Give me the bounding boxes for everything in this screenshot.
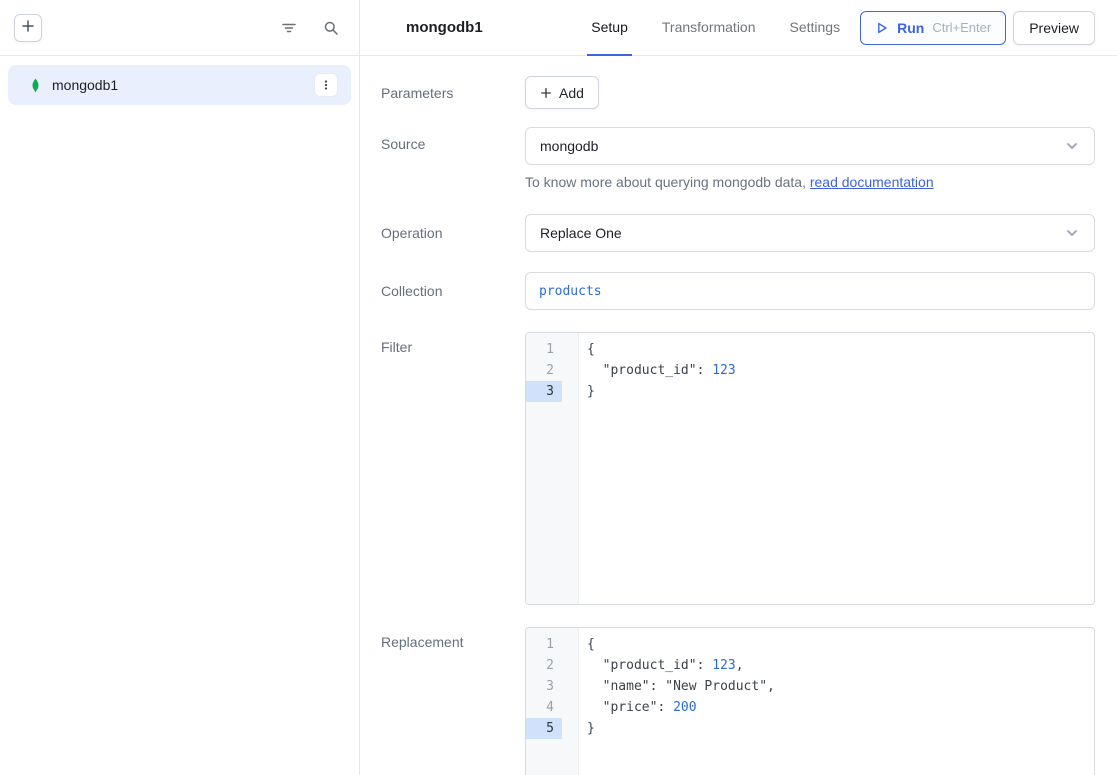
chevron-down-icon [1064, 138, 1080, 154]
code-line[interactable]: "product_id": 123 [587, 360, 1086, 381]
line-number: 5 [526, 718, 562, 739]
read-documentation-link[interactable]: read documentation [810, 174, 934, 190]
tab-label: Setup [591, 19, 628, 35]
preview-button[interactable]: Preview [1013, 11, 1095, 45]
tab-settings[interactable]: Settings [786, 0, 845, 56]
source-helper-text: To know more about querying mongodb data… [525, 172, 1095, 192]
collection-value: products [539, 284, 602, 299]
collection-input[interactable]: products [525, 272, 1095, 310]
kebab-icon [319, 78, 333, 92]
code-area[interactable]: { "product_id": 123} [579, 333, 1094, 604]
query-item-menu-button[interactable] [314, 73, 338, 97]
query-sidebar: mongodb1 [0, 0, 360, 775]
line-number: 1 [526, 339, 562, 360]
query-item-label: mongodb1 [52, 77, 118, 93]
play-icon [875, 21, 889, 35]
parameters-label: Parameters [381, 85, 525, 101]
filter-row: Filter 123 { "product_id": 123} [381, 332, 1096, 605]
main-header: mongodb1 Setup Transformation Settings R… [360, 0, 1117, 56]
collection-row: Collection products [381, 272, 1096, 310]
tab-label: Transformation [662, 19, 756, 35]
filter-code-editor[interactable]: 123 { "product_id": 123} [525, 332, 1095, 605]
query-title: mongodb1 [406, 19, 483, 36]
operation-label: Operation [381, 225, 525, 241]
replacement-code-editor[interactable]: 12345 { "product_id": 123, "name": "New … [525, 627, 1095, 775]
collection-label: Collection [381, 283, 525, 299]
app-root: mongodb1 mongodb1 Setup Transformation [0, 0, 1117, 775]
code-area[interactable]: { "product_id": 123, "name": "New Produc… [579, 628, 1094, 775]
code-line[interactable]: "price": 200 [587, 697, 1086, 718]
plus-icon [21, 19, 35, 36]
code-line[interactable]: "product_id": 123, [587, 655, 1086, 676]
add-parameter-label: Add [559, 85, 584, 101]
mongodb-icon [28, 78, 43, 93]
source-label: Source [381, 127, 525, 152]
add-parameter-button[interactable]: Add [525, 76, 599, 109]
line-number: 2 [526, 655, 562, 676]
operation-value: Replace One [540, 225, 622, 241]
tab-setup[interactable]: Setup [587, 0, 632, 56]
operation-row: Operation Replace One [381, 214, 1096, 252]
add-query-button[interactable] [14, 14, 42, 42]
code-line[interactable]: } [587, 381, 1086, 402]
sidebar-header-icons [280, 19, 340, 37]
code-line[interactable]: } [587, 718, 1086, 739]
tab-bar: Setup Transformation Settings [587, 0, 844, 56]
query-form: Parameters Add Source mongodb [360, 56, 1117, 775]
source-value: mongodb [540, 138, 598, 154]
source-field: mongodb To know more about querying mong… [525, 127, 1095, 192]
operation-select[interactable]: Replace One [525, 214, 1095, 252]
line-number-gutter: 12345 [526, 628, 579, 775]
chevron-down-icon [1064, 225, 1080, 241]
main-panel: mongodb1 Setup Transformation Settings R… [360, 0, 1117, 775]
line-number: 4 [526, 697, 562, 718]
filter-label: Filter [381, 332, 525, 355]
run-button[interactable]: Run Ctrl+Enter [860, 11, 1006, 45]
query-list-item[interactable]: mongodb1 [8, 65, 351, 105]
helper-prefix: To know more about querying mongodb data… [525, 174, 810, 190]
sidebar-header [0, 0, 359, 56]
line-number: 3 [526, 676, 562, 697]
query-list: mongodb1 [0, 56, 359, 114]
line-number: 2 [526, 360, 562, 381]
line-number-gutter: 123 [526, 333, 579, 604]
filter-queries-icon[interactable] [280, 19, 298, 37]
run-label: Run [897, 20, 924, 36]
search-queries-icon[interactable] [322, 19, 340, 37]
replacement-row: Replacement 12345 { "product_id": 123, "… [381, 627, 1096, 775]
code-line[interactable]: "name": "New Product", [587, 676, 1086, 697]
plus-icon [540, 87, 552, 99]
line-number: 3 [526, 381, 562, 402]
code-line[interactable]: { [587, 339, 1086, 360]
tab-transformation[interactable]: Transformation [658, 0, 760, 56]
source-select[interactable]: mongodb [525, 127, 1095, 165]
replacement-label: Replacement [381, 627, 525, 650]
line-number: 1 [526, 634, 562, 655]
code-line[interactable]: { [587, 634, 1086, 655]
run-shortcut: Ctrl+Enter [932, 20, 991, 35]
source-row: Source mongodb To know more about queryi… [381, 127, 1096, 192]
tab-label: Settings [790, 19, 841, 35]
parameters-row: Parameters Add [381, 76, 1096, 109]
